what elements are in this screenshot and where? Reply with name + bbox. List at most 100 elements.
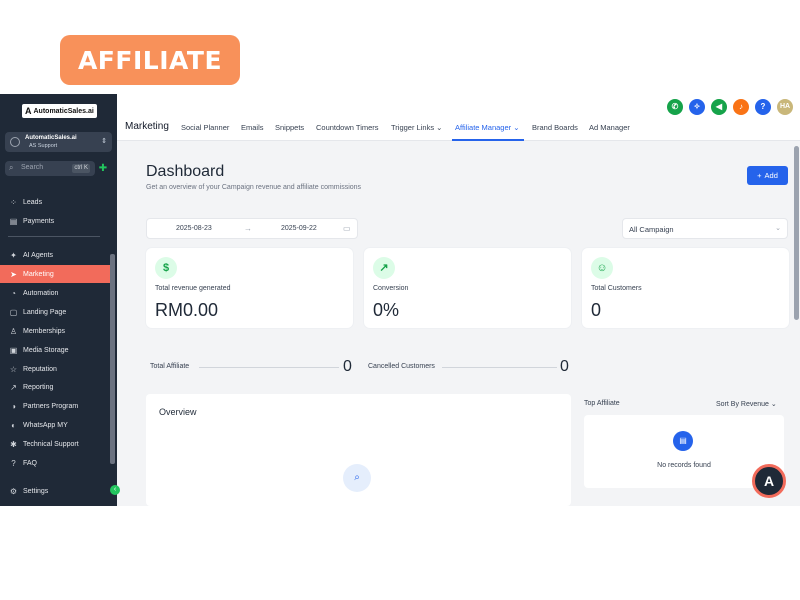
tab-snippets[interactable]: Snippets bbox=[275, 123, 304, 132]
add-button[interactable]: + Add bbox=[747, 166, 788, 185]
sidebar-item-label: Marketing bbox=[23, 270, 54, 278]
cancelled-customers-label: Cancelled Customers bbox=[368, 363, 435, 370]
sidebar-item-reporting[interactable]: ↗ Reporting bbox=[0, 378, 110, 396]
conversion-card: ↗ Conversion 0% bbox=[364, 248, 571, 328]
reporting-icon: ↗ bbox=[10, 382, 17, 392]
total-affiliate-label: Total Affiliate bbox=[150, 363, 190, 370]
main-scrollbar[interactable] bbox=[794, 146, 799, 320]
search-icon: ⌕ bbox=[9, 163, 14, 172]
payments-icon: ▤ bbox=[9, 216, 18, 226]
account-sub: AS Support bbox=[29, 143, 58, 149]
tab-social-planner[interactable]: Social Planner bbox=[181, 123, 229, 132]
sidebar-item-partners-program[interactable]: ◑ Partners Program bbox=[0, 397, 110, 415]
help-icon[interactable]: ? bbox=[755, 99, 771, 115]
date-from: 2025-08-23 bbox=[176, 225, 212, 232]
sidebar-search[interactable]: ⌕ Search ctrl K bbox=[5, 161, 95, 176]
overview-title: Overview bbox=[159, 407, 197, 417]
customers-icon: ☺ bbox=[591, 257, 613, 279]
sidebar-item-media-storage[interactable]: ▣ Media Storage bbox=[0, 341, 110, 359]
partners-program-icon: ◑ bbox=[11, 401, 16, 411]
top-affiliate-title: Top Affiliate bbox=[584, 400, 620, 407]
tab-affiliate-manager-label: Affiliate Manager bbox=[455, 123, 512, 132]
sidebar-item-label: Technical Support bbox=[23, 440, 79, 448]
sidebar-item-marketing[interactable]: ➤ Marketing bbox=[0, 265, 110, 283]
tab-countdown-timers[interactable]: Countdown Timers bbox=[316, 123, 379, 132]
calendar-icon: ▭ bbox=[343, 224, 351, 233]
stat-divider bbox=[199, 367, 339, 368]
user-avatar[interactable]: HA bbox=[777, 99, 793, 115]
sidebar-item-label: AI Agents bbox=[23, 251, 53, 259]
card-value: 0% bbox=[373, 300, 400, 320]
tab-ad-manager[interactable]: Ad Manager bbox=[589, 123, 630, 132]
technical-support-icon: ✱ bbox=[10, 439, 17, 449]
dollar-icon: $ bbox=[155, 257, 177, 279]
sidebar-item-automation[interactable]: ◔ Automation bbox=[0, 284, 110, 302]
sidebar-item-leads[interactable]: ⁘ Leads bbox=[0, 193, 110, 211]
sidebar-scrollbar[interactable] bbox=[110, 254, 115, 464]
phone-icon[interactable]: ✆ bbox=[667, 99, 683, 115]
marketing-icon: ➤ bbox=[10, 269, 17, 279]
campaign-select[interactable]: All Campaign ⌄ bbox=[622, 218, 788, 239]
sidebar-item-label: Partners Program bbox=[23, 402, 79, 410]
ai-agents-icon: ✦ bbox=[10, 250, 17, 260]
tab-trigger-links-label: Trigger Links bbox=[391, 123, 435, 132]
tab-emails[interactable]: Emails bbox=[241, 123, 264, 132]
sidebar-item-faq[interactable]: ? FAQ bbox=[0, 454, 110, 472]
chevron-down-icon: ⌄ bbox=[513, 123, 520, 132]
add-button-label: Add bbox=[764, 171, 778, 180]
arrow-right-icon: → bbox=[244, 224, 252, 233]
sort-dropdown[interactable]: Sort By Revenue ⌄ bbox=[716, 400, 777, 408]
settings-icon: ⚙ bbox=[9, 486, 18, 496]
tab-affiliate-manager[interactable]: Affiliate Manager ⌄ bbox=[455, 123, 520, 132]
tab-brand-boards[interactable]: Brand Boards bbox=[532, 123, 578, 132]
date-range-picker[interactable]: 2025-08-23 → 2025-09-22 ▭ bbox=[146, 218, 358, 239]
card-value: RM0.00 bbox=[155, 300, 219, 320]
sidebar-item-whatsapp-my[interactable]: ◐ WhatsApp MY bbox=[0, 416, 110, 434]
sidebar-item-label: FAQ bbox=[23, 459, 38, 467]
sidebar-item-label: Reporting bbox=[23, 383, 54, 391]
sidebar-item-technical-support[interactable]: ✱ Technical Support bbox=[0, 435, 110, 453]
overview-panel: Overview ⌕ bbox=[146, 394, 571, 506]
automation-icon: ◔ bbox=[11, 288, 16, 298]
megaphone-icon[interactable]: ◀ bbox=[711, 99, 727, 115]
main-content: Marketing Social Planner Emails Snippets… bbox=[117, 94, 800, 506]
assistant-fab[interactable]: A bbox=[752, 464, 786, 498]
bell-icon[interactable]: ♪ bbox=[733, 99, 749, 115]
logo[interactable]: A AutomaticSales.ai bbox=[22, 104, 97, 118]
card-label: Total revenue generated bbox=[155, 285, 231, 292]
app-window: A AutomaticSales.ai AutomaticSales.ai AS… bbox=[0, 94, 800, 506]
landing-page-icon: ▢ bbox=[9, 307, 18, 317]
logo-mark: A bbox=[25, 106, 32, 116]
active-tab-indicator bbox=[452, 139, 524, 141]
sidebar-item-landing-page[interactable]: ▢ Landing Page bbox=[0, 303, 110, 321]
sparkle-icon[interactable]: ✧ bbox=[689, 99, 705, 115]
trend-up-icon: ↗ bbox=[373, 257, 395, 279]
stat-divider bbox=[442, 367, 557, 368]
no-records-text: No records found bbox=[657, 462, 711, 469]
chevron-updown-icon: ⇕ bbox=[101, 138, 107, 145]
sidebar-item-settings[interactable]: ⚙ Settings bbox=[0, 482, 110, 500]
media-storage-icon: ▣ bbox=[9, 345, 18, 355]
sidebar-item-ai-agents[interactable]: ✦ AI Agents bbox=[0, 246, 110, 264]
affiliate-banner: AFFILIATE bbox=[60, 35, 240, 85]
search-placeholder: Search bbox=[21, 164, 44, 171]
account-avatar-icon bbox=[10, 137, 20, 147]
leads-icon: ⁘ bbox=[10, 197, 17, 207]
sidebar-divider bbox=[8, 236, 100, 237]
sidebar-item-label: Settings bbox=[23, 487, 49, 495]
revenue-card: $ Total revenue generated RM0.00 bbox=[146, 248, 353, 328]
date-to: 2025-09-22 bbox=[281, 225, 317, 232]
search-shortcut: ctrl K bbox=[72, 164, 90, 173]
account-switcher[interactable]: AutomaticSales.ai AS Support ⇕ bbox=[5, 132, 112, 152]
sort-label: Sort By Revenue bbox=[716, 401, 769, 408]
sidebar-item-payments[interactable]: ▤ Payments bbox=[0, 212, 110, 230]
tab-trigger-links[interactable]: Trigger Links ⌄ bbox=[391, 123, 442, 132]
reputation-icon: ☆ bbox=[9, 364, 18, 374]
sidebar-item-label: Memberships bbox=[23, 327, 66, 335]
quick-add-icon[interactable]: ✚ bbox=[97, 162, 109, 175]
sidebar-item-memberships[interactable]: ♙ Memberships bbox=[0, 322, 110, 340]
sidebar-item-reputation[interactable]: ☆ Reputation bbox=[0, 360, 110, 378]
card-label: Total Customers bbox=[591, 285, 642, 292]
page-title: Dashboard bbox=[146, 163, 225, 180]
sidebar: A AutomaticSales.ai AutomaticSales.ai AS… bbox=[0, 94, 120, 506]
